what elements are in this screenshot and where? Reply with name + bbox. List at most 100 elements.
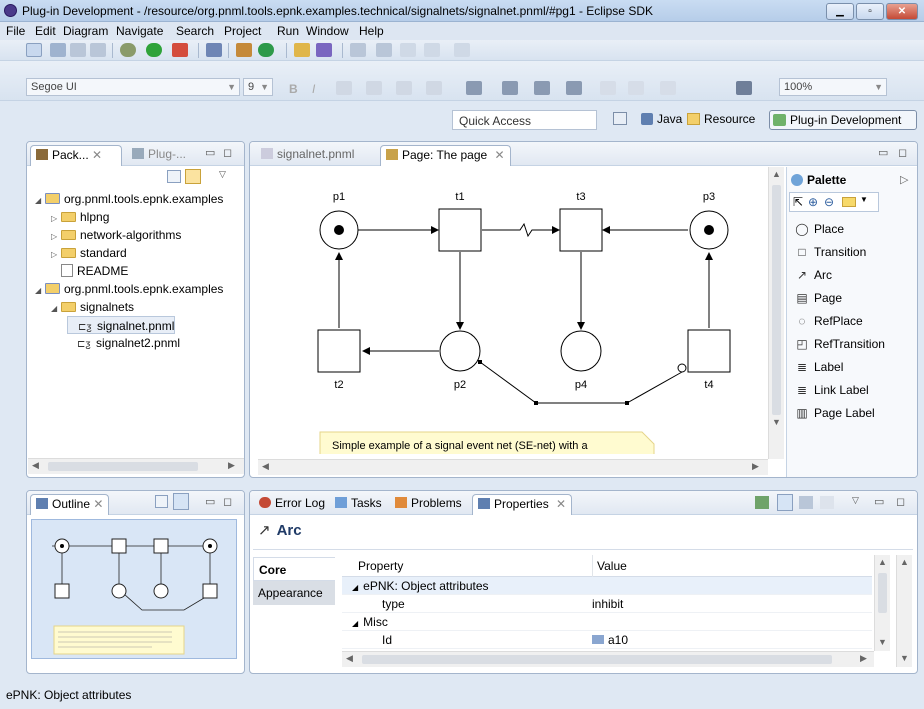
expand-arrow-icon[interactable]: ◢ [352,583,358,592]
property-value[interactable]: a10 [592,631,628,649]
palette-item-page[interactable]: ▤ Page [795,288,842,308]
view-menu-icon[interactable]: ▽ [852,495,859,506]
zoom-box-icon[interactable] [736,81,752,95]
expand-arrow-icon[interactable]: ◢ [35,282,45,300]
column-value[interactable]: Value [592,555,627,577]
annotation-next-icon[interactable] [350,43,366,57]
tree-item-folder[interactable]: ▷ standard [51,244,127,262]
note-tool-dropdown-icon[interactable]: ▼ [860,195,868,204]
outline-overview-icon[interactable] [173,493,189,510]
maximize-button[interactable]: ▫ [856,3,884,20]
font-color-icon[interactable] [336,81,352,95]
link-with-editor-icon[interactable] [185,169,201,184]
place-p2[interactable] [439,330,481,372]
tree-item-pnml[interactable]: ⊏ƺ signalnet2.pnml [67,334,180,352]
menu-navigate[interactable]: Navigate [116,24,163,38]
minimize-button[interactable]: ▁ [826,3,854,20]
expand-arrow-icon[interactable]: ◢ [352,619,358,628]
show-categories-icon[interactable] [777,494,793,511]
pin-view-icon[interactable] [755,496,769,509]
palette-item-page-label[interactable]: ▥ Page Label [795,403,874,423]
run-icon[interactable] [146,43,162,57]
select-all-icon[interactable] [502,81,518,95]
property-row[interactable]: Id a10 [342,631,872,649]
panel-vscrollbar[interactable]: ▲ ▼ [896,555,912,667]
close-tab-icon[interactable]: ✕ [495,148,505,162]
restore-default-icon[interactable] [820,496,834,509]
selection-handle[interactable] [625,401,629,405]
skip-breakpoints-icon[interactable] [206,43,222,57]
save-icon[interactable] [50,43,66,57]
minimize-icon[interactable]: ▭ [874,495,884,508]
outline-overview[interactable] [31,519,237,659]
palette-item-reftransition[interactable]: ◰ RefTransition [795,334,885,354]
new-icon[interactable] [26,43,42,57]
transition-t3[interactable] [559,208,603,252]
open-perspective-button[interactable] [610,110,630,130]
print-icon[interactable] [90,43,106,57]
pin-icon[interactable] [454,43,470,57]
tab-outline[interactable]: Outline ✕ [30,494,110,515]
transition-t4[interactable] [687,329,731,373]
tab-signalnet-pnml[interactable]: signalnet.pnml [256,145,359,166]
explorer-hscrollbar[interactable]: ◀ ▶ [28,458,244,474]
menu-window[interactable]: Window [306,24,349,38]
maximize-icon[interactable]: ◻ [898,146,907,159]
selection-handle[interactable] [478,360,482,364]
line-style-icon[interactable] [426,81,442,95]
outline-tree-icon[interactable] [155,495,168,508]
external-tools-icon[interactable] [172,43,188,57]
property-value[interactable]: inhibit [592,595,623,613]
label-p4[interactable]: p4 [575,379,587,391]
palette-item-link-label[interactable]: ≣ Link Label [795,380,869,400]
label-p3[interactable]: p3 [703,191,715,203]
maximize-icon[interactable]: ◻ [223,146,232,159]
menu-search[interactable]: Search [176,24,214,38]
font-size-combo[interactable]: 9 ▼ [243,78,273,96]
route-icon[interactable] [660,81,676,95]
view-menu-icon[interactable]: ▽ [219,169,226,180]
property-group-row[interactable]: ◢ Misc [342,613,872,631]
expand-arrow-icon[interactable]: ◢ [51,300,61,318]
italic-button[interactable]: I [312,82,315,96]
diagram-vscrollbar[interactable]: ▲ ▼ [768,167,784,459]
label-p2[interactable]: p2 [454,379,466,391]
size-icon[interactable] [600,81,616,95]
line-color-icon[interactable] [396,81,412,95]
new-class-icon[interactable] [258,43,274,57]
palette-item-transition[interactable]: □ Transition [795,242,866,262]
zoom-out-icon[interactable]: ⊖ [824,195,834,209]
arrange-icon[interactable] [466,81,482,95]
menu-run[interactable]: Run [277,24,299,38]
palette-item-refplace[interactable]: ◌ RefPlace [795,311,862,331]
tab-properties[interactable]: Properties ✕ [472,494,573,515]
quick-access-input[interactable]: Quick Access [452,110,597,130]
zoom-in-icon[interactable]: ⊕ [808,195,818,209]
menu-file[interactable]: File [6,24,25,38]
menu-help[interactable]: Help [359,24,384,38]
tree-item-project[interactable]: ◢ org.pnml.tools.epnk.examples [35,190,223,208]
palette-item-place[interactable]: ◯ Place [795,219,844,239]
close-tab-icon[interactable]: ✕ [93,497,103,511]
save-all-icon[interactable] [70,43,86,57]
tree-item-folder[interactable]: ▷ network-algorithms [51,226,181,244]
debug-icon[interactable] [120,43,136,57]
tab-page-the-page[interactable]: Page: The page ✕ [380,145,511,166]
minimize-icon[interactable]: ▭ [205,495,215,508]
transition-t2[interactable] [317,329,361,373]
open-type-icon[interactable] [294,43,310,57]
property-row[interactable]: type inhibit [342,595,872,613]
maximize-icon[interactable]: ◻ [896,495,905,508]
close-button[interactable]: ✕ [886,3,918,20]
transition-t1[interactable] [438,208,482,252]
arc-t1-t3[interactable] [482,222,560,238]
perspective-resource[interactable]: Resource [684,110,758,130]
compartment-icon[interactable] [628,81,644,95]
minimize-icon[interactable]: ▭ [878,146,888,159]
perspective-plugin-development[interactable]: Plug-in Development [769,110,917,130]
label-p1[interactable]: p1 [333,191,345,203]
tab-problems[interactable]: Problems [390,494,467,515]
menu-project[interactable]: Project [224,24,261,38]
tab-plugins[interactable]: Plug-... [127,145,191,166]
show-advanced-icon[interactable] [799,496,813,509]
